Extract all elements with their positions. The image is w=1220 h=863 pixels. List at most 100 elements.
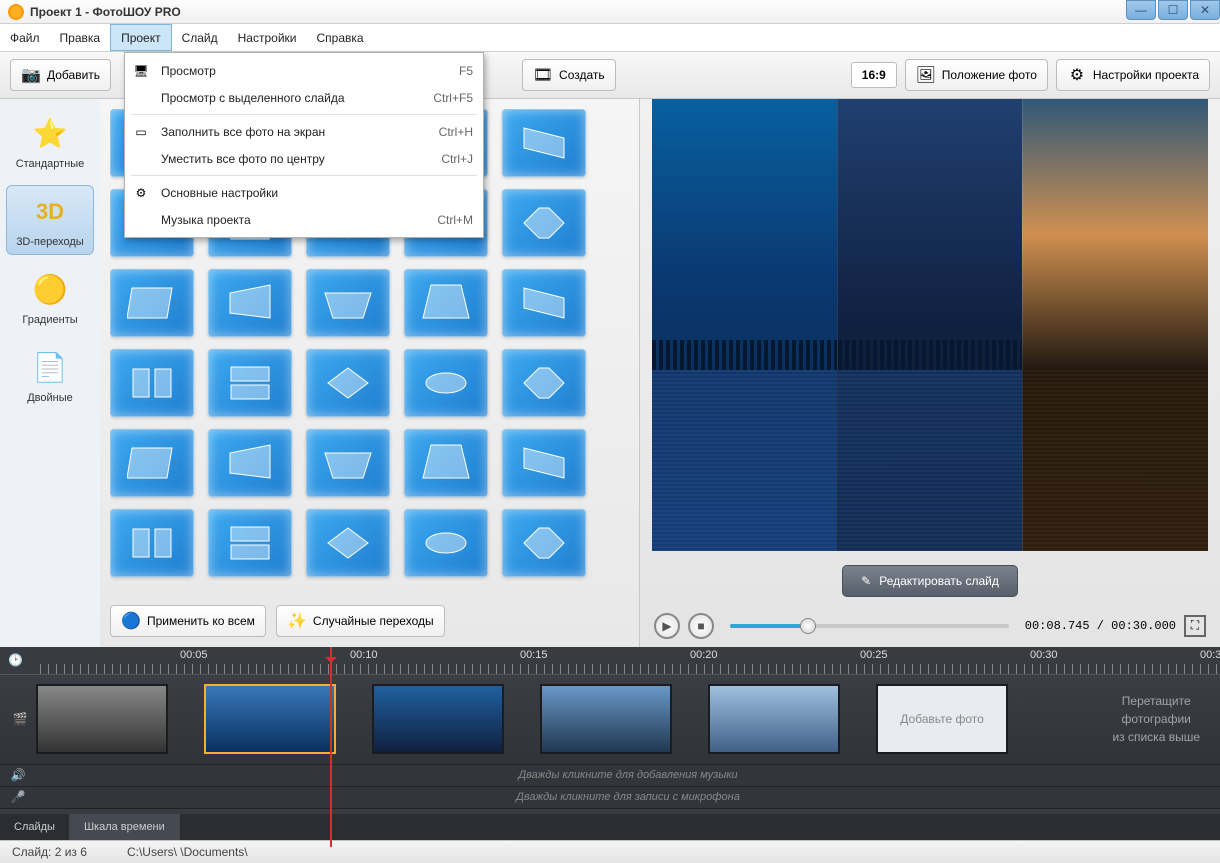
playhead[interactable] xyxy=(330,647,332,847)
random-transitions-button[interactable]: ✨ Случайные переходы xyxy=(276,605,445,637)
dd-preview-from-slide[interactable]: Просмотр с выделенного слайда Ctrl+F5 xyxy=(125,84,483,111)
app-icon xyxy=(8,4,24,20)
dd-project-music[interactable]: Музыка проекта Ctrl+M xyxy=(125,206,483,233)
video-track[interactable]: 🎬 ↻2.0↻2.0↻2.0↻2.0↻2.0Добавьте фото↻2.0 … xyxy=(0,675,1220,765)
time-display: 00:08.745 / 00:30.000 xyxy=(1025,619,1176,633)
transition-thumb[interactable] xyxy=(502,269,586,337)
project-settings-button[interactable]: ⚙ Настройки проекта xyxy=(1056,59,1210,91)
transition-thumb[interactable] xyxy=(502,109,586,177)
transition-badge[interactable]: ↻2.0 xyxy=(1006,700,1008,742)
timeline-clip[interactable]: Добавьте фото↻2.0 xyxy=(876,684,1008,754)
apply-all-button[interactable]: 🔵 Применить ко всем xyxy=(110,605,266,637)
statusbar: Слайд: 2 из 6 C:\Users\ \Documents\ xyxy=(0,840,1220,863)
transition-thumb[interactable] xyxy=(208,269,292,337)
time-ruler[interactable]: 🕑 00:0500:1000:1500:2000:2500:3000:35 xyxy=(0,647,1220,675)
gear-icon: ⚙ xyxy=(131,185,151,201)
timeline-clip[interactable]: ↻2.0 xyxy=(540,684,672,754)
window-title: Проект 1 - ФотоШОУ PRO xyxy=(30,5,181,19)
menu-file[interactable]: Файл xyxy=(0,24,50,50)
tab-timeline[interactable]: Шкала времени xyxy=(70,814,180,839)
status-slide: Слайд: 2 из 6 xyxy=(12,845,87,859)
add-button[interactable]: 📷 Добавить xyxy=(10,59,111,91)
create-button[interactable]: 🎞 Создать xyxy=(522,59,616,91)
film-icon: 🎬 xyxy=(4,712,36,726)
timeline-clip[interactable]: ↻2.0 xyxy=(36,684,168,754)
transition-badge[interactable]: ↻2.0 xyxy=(166,700,168,742)
camera-icon: 📷 xyxy=(21,65,41,85)
transition-badge[interactable]: ↻2.0 xyxy=(670,700,672,742)
transition-thumb[interactable] xyxy=(502,429,586,497)
transition-thumb[interactable] xyxy=(306,429,390,497)
transition-thumb[interactable] xyxy=(404,509,488,577)
dd-fit-photo[interactable]: Уместить все фото по центру Ctrl+J xyxy=(125,145,483,172)
tab-slides[interactable]: Слайды xyxy=(0,814,70,839)
dd-main-settings[interactable]: ⚙ Основные настройки xyxy=(125,179,483,206)
timeline-clip[interactable]: ↻2.0 xyxy=(708,684,840,754)
transition-thumb[interactable] xyxy=(404,349,488,417)
transition-thumb[interactable] xyxy=(208,349,292,417)
transition-thumb[interactable] xyxy=(208,509,292,577)
3d-icon: 3D xyxy=(30,192,70,232)
star-icon: ⭐ xyxy=(30,114,70,154)
ruler-label: 00:05 xyxy=(180,649,208,661)
clock-icon: 🕑 xyxy=(8,653,24,669)
preview-image-2 xyxy=(837,99,1023,551)
transition-thumb[interactable] xyxy=(306,349,390,417)
player-controls: ▶ ■ 00:08.745 / 00:30.000 ⛶ xyxy=(640,605,1220,647)
transition-badge[interactable]: ↻2.0 xyxy=(502,700,504,742)
menu-slide[interactable]: Слайд xyxy=(172,24,228,50)
transition-thumb[interactable] xyxy=(110,429,194,497)
mic-track[interactable]: 🎤 Дважды кликните для записи с микрофона xyxy=(0,787,1220,809)
dd-fill-photo[interactable]: ▭ Заполнить все фото на экран Ctrl+H xyxy=(125,118,483,145)
transition-thumb[interactable] xyxy=(110,269,194,337)
transition-thumb[interactable] xyxy=(110,349,194,417)
ruler-label: 00:20 xyxy=(690,649,718,661)
progress-slider[interactable] xyxy=(730,624,1009,628)
ruler-label: 00:25 xyxy=(860,649,888,661)
frame-icon: ▭ xyxy=(131,124,151,140)
close-button[interactable]: ✕ xyxy=(1190,0,1220,20)
stop-button[interactable]: ■ xyxy=(688,613,714,639)
titlebar: Проект 1 - ФотоШОУ PRO — ☐ ✕ xyxy=(0,0,1220,24)
menu-settings[interactable]: Настройки xyxy=(228,24,307,50)
ruler-label: 00:35 xyxy=(1200,649,1220,661)
preview-canvas xyxy=(652,99,1208,551)
transition-thumb[interactable] xyxy=(110,509,194,577)
minimize-button[interactable]: — xyxy=(1126,0,1156,20)
timeline-clip[interactable]: ↻2.0 xyxy=(204,684,336,754)
transition-badge[interactable]: ↻2.0 xyxy=(838,700,840,742)
transition-badge[interactable]: ↻2.0 xyxy=(334,700,336,742)
edit-slide-button[interactable]: ✎ Редактировать слайд xyxy=(842,565,1018,597)
dd-preview[interactable]: 🖥 Просмотр F5 xyxy=(125,57,483,84)
transition-thumb[interactable] xyxy=(404,269,488,337)
transition-thumb[interactable] xyxy=(502,509,586,577)
aspect-ratio[interactable]: 16:9 xyxy=(851,62,897,88)
speaker-icon: 🔊 xyxy=(0,768,36,782)
menu-project[interactable]: Проект xyxy=(110,24,172,50)
play-button[interactable]: ▶ xyxy=(654,613,680,639)
dd-separator xyxy=(131,175,477,176)
notes-icon: 📄 xyxy=(30,348,70,388)
cat-3d[interactable]: 3D 3D-переходы xyxy=(6,185,94,255)
menu-edit[interactable]: Правка xyxy=(50,24,111,50)
progress-fill xyxy=(730,624,808,628)
music-track[interactable]: 🔊 Дважды кликните для добавления музыки xyxy=(0,765,1220,787)
menu-help[interactable]: Справка xyxy=(306,24,373,50)
transition-thumb[interactable] xyxy=(306,269,390,337)
transition-thumb[interactable] xyxy=(306,509,390,577)
progress-thumb[interactable] xyxy=(800,618,816,634)
maximize-button[interactable]: ☐ xyxy=(1158,0,1188,20)
cat-standard[interactable]: ⭐ Стандартные xyxy=(6,107,94,177)
cat-double[interactable]: 📄 Двойные xyxy=(6,341,94,411)
transition-thumb[interactable] xyxy=(404,429,488,497)
transition-thumb[interactable] xyxy=(502,349,586,417)
cat-gradients[interactable]: 🟡 Градиенты xyxy=(6,263,94,333)
transition-thumb[interactable] xyxy=(208,429,292,497)
timeline-clip[interactable]: ↻2.0 xyxy=(372,684,504,754)
drop-hint: Перетащите фотографии из списка выше xyxy=(1092,692,1220,746)
transition-thumb[interactable] xyxy=(502,189,586,257)
fullscreen-button[interactable]: ⛶ xyxy=(1184,615,1206,637)
monitor-icon: 🖥 xyxy=(131,63,151,79)
dd-separator xyxy=(131,114,477,115)
photo-position-button[interactable]: 🖼 Положение фото xyxy=(905,59,1048,91)
